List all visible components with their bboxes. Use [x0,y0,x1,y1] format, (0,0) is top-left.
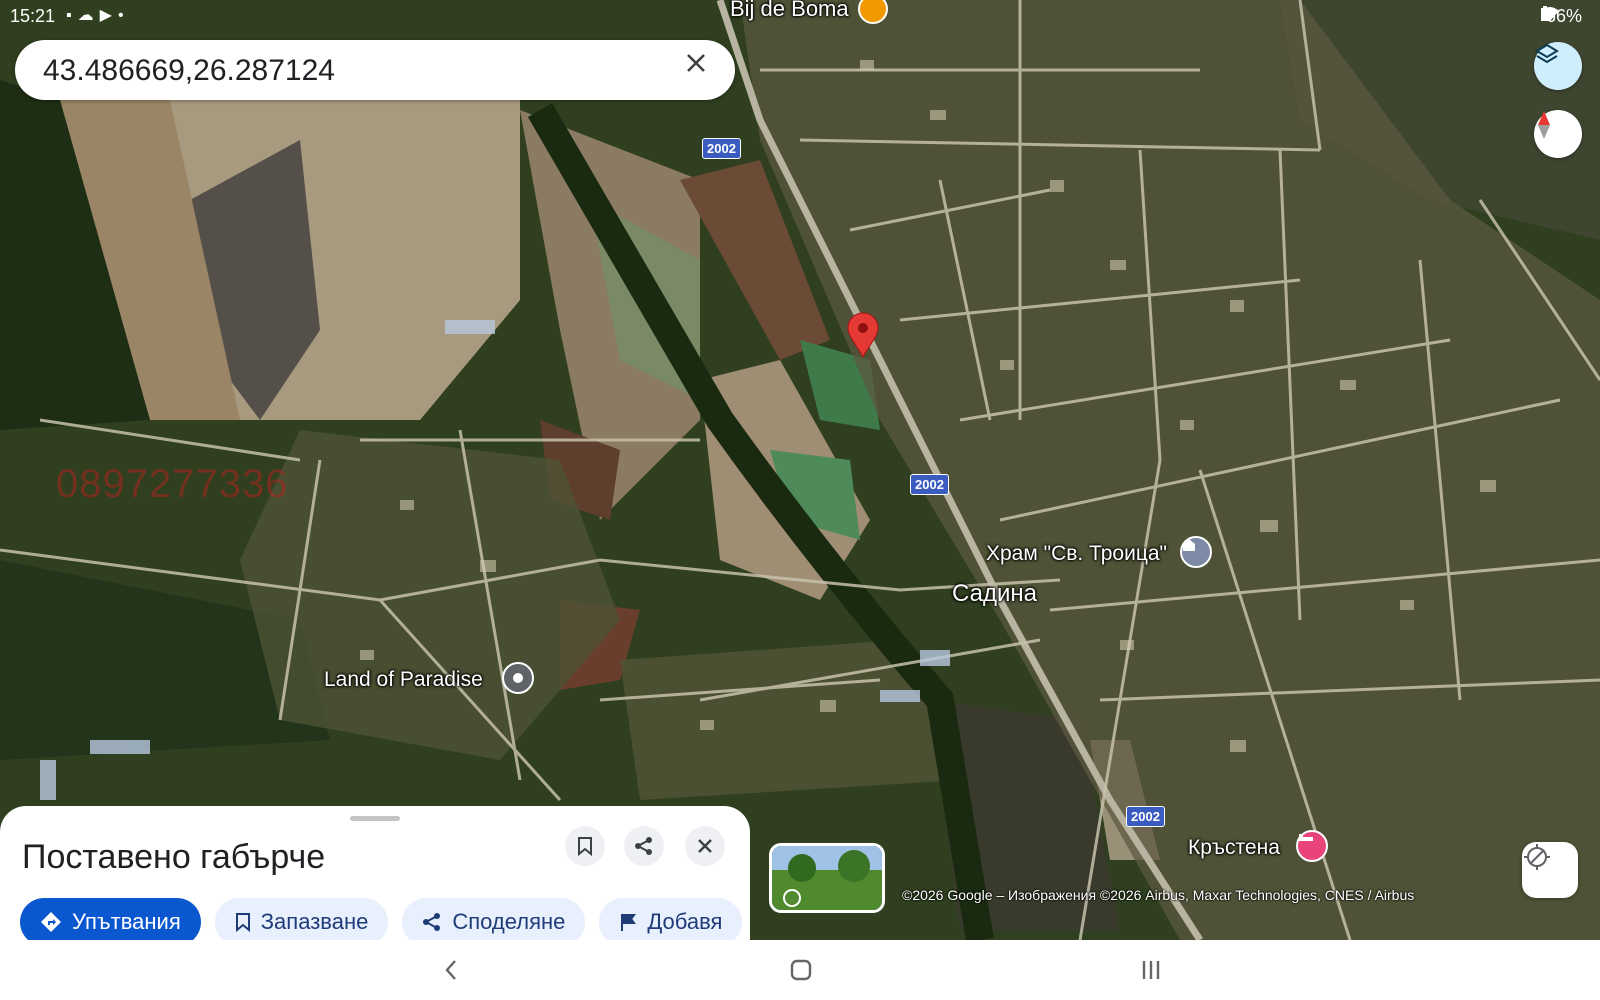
directions-label: Упътвания [72,909,181,934]
road-shield-2002: 2002 [702,138,741,159]
place-title: Поставено габърче [22,838,326,876]
town-label-text: Садина [952,580,1037,607]
place-bottom-sheet[interactable]: Поставено габърче Упътвания Запазване Сп… [0,806,750,940]
place-label-text: Bij de Boma [730,0,849,21]
share-button[interactable]: Споделяне [402,898,586,940]
sheet-drag-handle[interactable] [350,816,400,821]
location-target-icon [1524,844,1550,870]
my-location-button[interactable] [1522,842,1578,898]
church-icon[interactable] [1180,536,1212,568]
layers-icon [1535,43,1559,64]
share-icon [423,913,441,931]
home-button[interactable] [781,954,821,986]
recent-apps-icon [1142,961,1160,979]
recent-apps-button[interactable] [1131,954,1171,986]
compass-button[interactable] [1534,110,1582,158]
close-icon [698,839,712,853]
close-sheet-button[interactable] [685,826,725,866]
search-bar[interactable] [15,40,735,100]
status-time: 15:21 [10,6,56,26]
layers-button[interactable] [1534,42,1582,90]
hotel-icon[interactable] [1296,830,1328,862]
save-icon-button[interactable] [565,826,605,866]
street-view-thumbnail[interactable] [769,843,885,913]
gallery-notification-icon: ▪ [66,7,78,24]
close-icon [687,54,705,72]
back-icon [445,960,456,980]
search-input[interactable] [41,50,665,92]
more-notifications-icon: • [117,7,130,24]
directions-icon [41,912,61,932]
place-marker-icon[interactable] [502,662,534,694]
satellite-map[interactable]: 15:21 ▪☁▶• 66% Bij de Boma 43.486669,26.… [0,0,1600,940]
directions-button[interactable]: Упътвания [20,898,201,940]
flag-icon [621,914,637,931]
home-icon [790,959,812,981]
add-label-button[interactable]: Добавя [599,898,743,940]
bookmark-icon [235,913,250,932]
place-label-text: Кръстена [1188,836,1280,859]
place-label-land-of-paradise[interactable]: Land of Paradise [324,668,483,692]
watermark-phone-number: 0897277336 [56,462,289,506]
weather-notification-icon: ☁ [77,7,100,24]
bookmark-icon [578,837,592,856]
youtube-notification-icon: ▶ [99,7,118,24]
street-view-image [772,846,882,910]
clear-search-button[interactable] [685,52,721,88]
share-label: Споделяне [452,909,566,934]
system-navigation-bar [0,940,1600,1000]
town-label-sadina[interactable]: Садина [952,580,1037,608]
share-icon [635,837,652,855]
notification-icons: ▪☁▶• [66,5,130,25]
place-label-temple[interactable]: Храм "Св. Троица" [986,542,1167,566]
action-chips: Упътвания Запазване Споделяне Добавя [20,898,743,940]
place-label-bij-de-boma[interactable]: Bij de Boma [730,0,849,22]
map-pin-icon [847,312,879,358]
compass-icon [1538,111,1550,139]
place-label-text: Храм "Св. Троица" [986,542,1167,565]
share-icon-button[interactable] [624,826,664,866]
map-attribution: ©2026 Google – Изображения ©2026 Airbus,… [902,887,1415,903]
road-shield-2002: 2002 [910,474,949,495]
save-label: Запазване [260,909,369,934]
add-label: Добавя [647,909,723,934]
save-button[interactable]: Запазване [214,898,389,940]
place-label-krastena[interactable]: Кръстена [1188,836,1280,860]
place-label-text: Land of Paradise [324,668,483,691]
road-shield-2002: 2002 [1126,806,1165,827]
back-button[interactable] [431,954,471,986]
